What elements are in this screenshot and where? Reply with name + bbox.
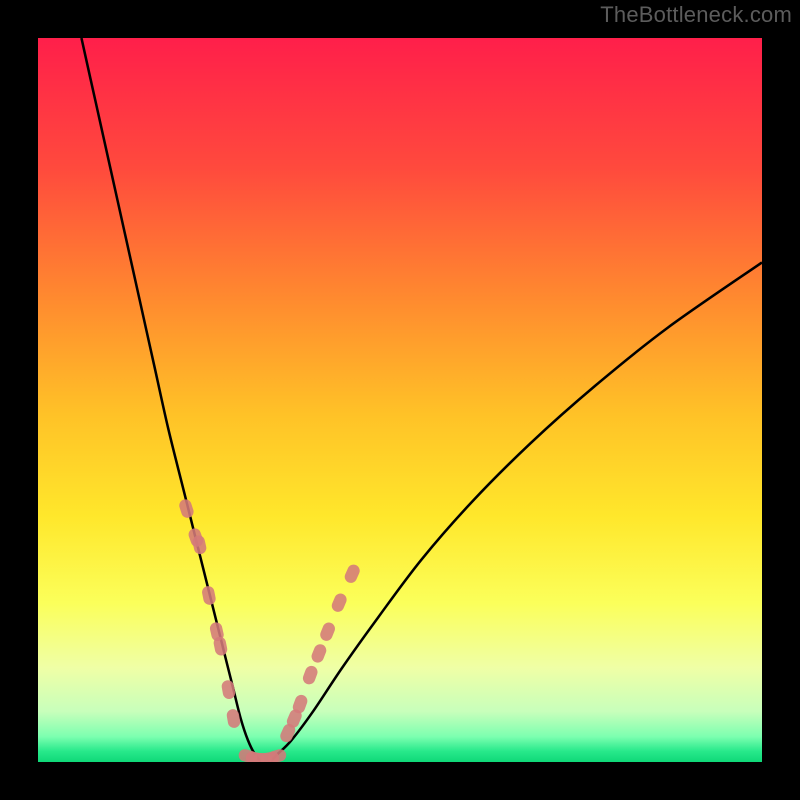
data-marker xyxy=(318,621,336,643)
watermark-text: TheBottleneck.com xyxy=(600,2,792,28)
data-marker xyxy=(201,585,217,606)
data-marker xyxy=(330,592,349,614)
data-marker xyxy=(178,498,196,520)
data-marker xyxy=(301,664,319,686)
bottleneck-curve xyxy=(81,38,762,762)
data-marker xyxy=(221,679,236,700)
data-marker xyxy=(266,748,288,762)
data-marker xyxy=(343,563,362,585)
plot-area xyxy=(38,38,762,762)
chart-frame: TheBottleneck.com xyxy=(0,0,800,800)
curve-layer xyxy=(38,38,762,762)
data-marker xyxy=(310,642,328,664)
data-markers xyxy=(178,498,362,762)
